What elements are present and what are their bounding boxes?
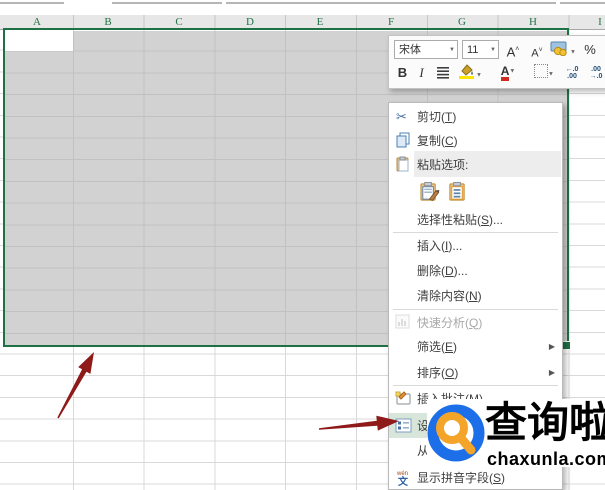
percent-glyph: % (584, 42, 596, 57)
mini-toolbar: 宋体 ▼ 11 ▼ A˄ A˅ ▼ % B I ▼ (388, 35, 605, 89)
name-box-edge (0, 2, 64, 4)
paste-options-buttons (389, 178, 592, 208)
menu-item-复制[interactable]: 复制(C) (389, 128, 562, 153)
menu-item-label: 粘贴选项: (417, 156, 468, 173)
italic-glyph: I (419, 65, 423, 80)
chevron-down-icon[interactable]: ▼ (490, 41, 496, 60)
menu-item-label: 复制(C) (417, 132, 458, 149)
bold-button[interactable]: B (395, 64, 410, 82)
formula-bar-remnant (0, 0, 605, 15)
menu-item-label: 筛选(E) (417, 338, 457, 355)
increase-decimal-button[interactable]: ←.0 .00 (561, 66, 583, 80)
fill-color-icon (458, 63, 476, 79)
font-size-dropdown[interactable]: 11 ▼ (462, 40, 499, 59)
column-header-e[interactable]: E (317, 15, 324, 29)
pinyin-icon: wén文 (389, 469, 417, 486)
menu-item-插入[interactable]: 插入(I)... (389, 233, 562, 258)
center-align-button[interactable] (434, 66, 452, 82)
chevron-down-icon[interactable]: ▼ (570, 50, 576, 56)
watermark-brand-text: 查询啦 (485, 400, 605, 448)
submenu-arrow-icon: ▶ (549, 368, 555, 377)
font-size-value: 11 (467, 44, 478, 56)
menu-item-清除内容[interactable]: 清除内容(N) (389, 283, 562, 308)
center-align-icon (436, 66, 450, 79)
format-cells-icon (389, 418, 417, 433)
increase-decimal-icon: ←.0 (566, 66, 579, 73)
submenu-arrow-icon: ▶ (549, 342, 555, 351)
menu-item-剪切[interactable]: ✂ 剪切(T) (389, 104, 562, 129)
comment-icon (389, 391, 417, 406)
italic-button[interactable]: I (415, 64, 428, 82)
formula-bar-edge (112, 2, 222, 4)
formula-bar-edge (560, 2, 605, 4)
menu-item-label: 排序(O) (417, 364, 458, 381)
fill-handle[interactable] (562, 341, 571, 350)
column-header-h[interactable]: H (529, 15, 537, 29)
menu-item-label: 显示拼音字段(S) (417, 469, 505, 486)
borders-icon (534, 64, 548, 78)
increase-font-size-button[interactable]: A˄ (503, 40, 523, 62)
copy-icon (389, 132, 417, 148)
watermark: 查询啦 chaxunla.com (427, 399, 605, 467)
font-name-dropdown[interactable]: 宋体 ▼ (394, 40, 458, 59)
chevron-down-icon[interactable]: ▼ (548, 72, 554, 78)
decrease-decimal-icon2: →.0 (590, 73, 603, 80)
menu-item-选择性粘贴[interactable]: 选择性粘贴(S)... (389, 207, 562, 231)
watermark-domain-text: chaxunla.com (487, 449, 605, 470)
decrease-decimal-button[interactable]: .00 →.0 (585, 66, 605, 80)
quick-analysis-icon (389, 314, 417, 330)
bold-glyph: B (398, 65, 407, 80)
menu-item-label: 选择性粘贴(S)... (417, 211, 503, 228)
chevron-down-icon[interactable]: ▼ (509, 69, 515, 75)
accounting-format-icon (550, 41, 570, 56)
decrease-font-size-button[interactable]: A˅ (527, 41, 547, 64)
column-header-a[interactable]: A (33, 15, 41, 29)
decrease-decimal-icon: .00 (591, 66, 601, 73)
percent-style-button[interactable]: % (581, 40, 599, 60)
chaxunla-logo-icon (425, 401, 487, 467)
column-header-i[interactable]: I (598, 15, 602, 29)
menu-item-label: 清除内容(N) (417, 287, 482, 304)
menu-item-label: 快速分析(Q) (417, 314, 482, 331)
svg-text:✂: ✂ (396, 109, 407, 124)
svg-text:文: 文 (398, 475, 409, 486)
formula-bar-edge (226, 2, 556, 4)
column-header-c[interactable]: C (175, 15, 182, 29)
cut-icon: ✂ (389, 108, 417, 124)
fill-color-button[interactable]: ▼ (455, 63, 485, 82)
menu-item-label: 删除(D)... (417, 262, 468, 279)
increase-decimal-icon2: .00 (567, 73, 577, 80)
menu-item-label: 剪切(T) (417, 108, 456, 125)
grow-font-letter: A (507, 44, 516, 59)
font-color-button[interactable]: A▼ (493, 63, 523, 81)
column-header-b[interactable]: B (104, 15, 111, 29)
chevron-down-icon[interactable]: ▼ (449, 41, 455, 60)
column-header-f[interactable]: F (388, 15, 394, 29)
column-header-d[interactable]: D (246, 15, 254, 29)
excel-window: { "spreadsheet": { "column_headers": ["A… (0, 0, 605, 490)
menu-item-label: 插入(I)... (417, 237, 462, 254)
chevron-down-icon[interactable]: ▼ (476, 73, 482, 79)
paste-keep-formatting-icon[interactable] (419, 181, 447, 205)
borders-button[interactable]: ▼ (529, 64, 559, 81)
font-name-value: 宋体 (399, 44, 421, 56)
shrink-font-letter: A (531, 48, 538, 60)
menu-item-快速分析: 快速分析(Q) (389, 310, 562, 335)
menu-item-删除[interactable]: 删除(D)... (389, 258, 562, 283)
paste-values-icon[interactable] (447, 181, 475, 205)
menu-item-筛选[interactable]: 筛选(E) ▶ (389, 334, 562, 359)
menu-item-排序[interactable]: 排序(O) ▶ (389, 360, 562, 385)
clipboard-icon (389, 156, 417, 172)
menu-item-粘贴选项[interactable]: 粘贴选项: (389, 151, 562, 177)
column-header-g[interactable]: G (458, 15, 466, 29)
accounting-format-button[interactable]: ▼ (549, 41, 577, 59)
